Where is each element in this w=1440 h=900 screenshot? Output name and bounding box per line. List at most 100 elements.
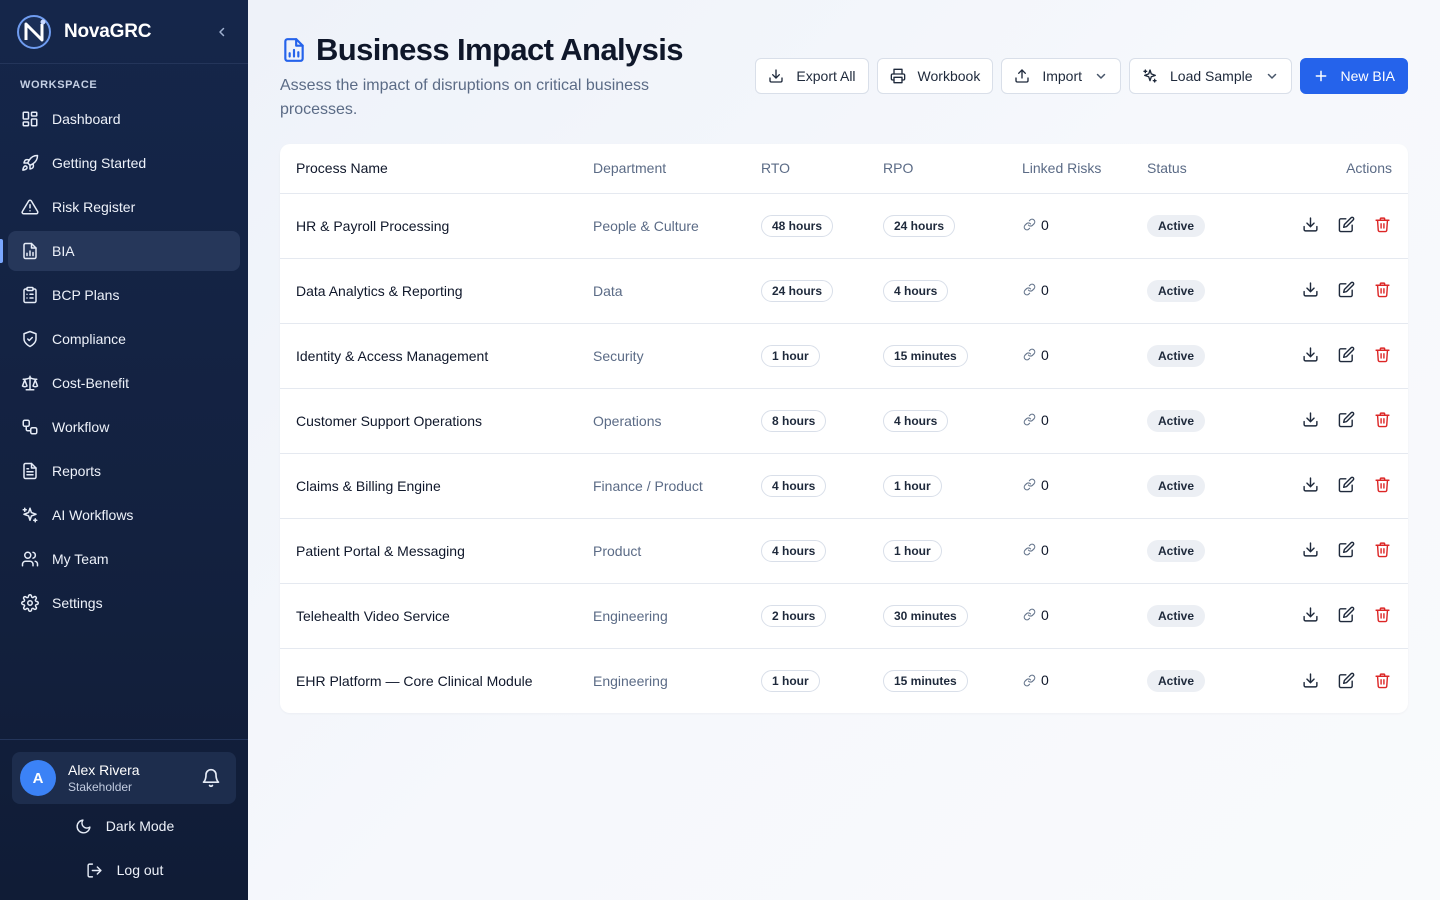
process-name-cell[interactable]: EHR Platform — Core Clinical Module [280, 648, 593, 713]
sidebar-item-compliance[interactable]: Compliance [8, 319, 240, 359]
delete-icon[interactable] [1372, 280, 1392, 300]
process-name-cell[interactable]: Customer Support Operations [280, 388, 593, 454]
actions-cell [1247, 583, 1408, 649]
table-row[interactable]: EHR Platform — Core Clinical Module Engi… [280, 648, 1408, 713]
status-badge: Active [1147, 214, 1206, 237]
process-name-cell[interactable]: Identity & Access Management [280, 323, 593, 389]
import-dropdown-button[interactable]: Import [1001, 58, 1122, 94]
process-name-cell[interactable]: HR & Payroll Processing [280, 193, 593, 259]
column-header-process-name[interactable]: Process Name [280, 144, 593, 194]
sidebar-item-reports[interactable]: Reports [8, 451, 240, 491]
notifications-bell-icon[interactable] [200, 767, 222, 789]
row-actions [1300, 670, 1392, 690]
download-icon[interactable] [1300, 670, 1320, 690]
sidebar-item-settings[interactable]: Settings [8, 583, 240, 623]
linked-risks-value: 0 [1041, 606, 1049, 623]
status-badge: Active [1147, 409, 1206, 432]
delete-icon[interactable] [1372, 540, 1392, 560]
file-chart-icon [20, 241, 40, 261]
sidebar-item-my-team[interactable]: My Team [8, 539, 240, 579]
sidebar-item-label: AI Workflows [52, 507, 134, 523]
rto-pill: 2 hours [761, 604, 827, 627]
table-row[interactable]: Patient Portal & Messaging Product 4 hou… [280, 518, 1408, 584]
download-icon[interactable] [1300, 410, 1320, 430]
download-icon[interactable] [1300, 280, 1320, 300]
dark-mode-toggle[interactable]: Dark Mode [12, 804, 236, 848]
process-name-cell[interactable]: Telehealth Video Service [280, 583, 593, 649]
delete-icon[interactable] [1372, 345, 1392, 365]
sidebar-item-risk-register[interactable]: Risk Register [8, 187, 240, 227]
linked-risks-count: 0 [1022, 672, 1049, 688]
load-sample-label: Load Sample [1170, 68, 1253, 84]
sidebar-item-bcp-plans[interactable]: BCP Plans [8, 275, 240, 315]
export-all-button[interactable]: Export All [755, 58, 869, 94]
table-row[interactable]: Identity & Access Management Security 1 … [280, 323, 1408, 389]
download-icon[interactable] [1300, 605, 1320, 625]
sidebar-item-getting-started[interactable]: Getting Started [8, 143, 240, 183]
column-header-rto[interactable]: RTO [761, 144, 883, 194]
user-card[interactable]: A Alex Rivera Stakeholder [12, 752, 236, 804]
edit-icon[interactable] [1336, 345, 1356, 365]
workbook-button[interactable]: Workbook [876, 58, 994, 94]
process-name-cell[interactable]: Patient Portal & Messaging [280, 518, 593, 584]
table-row[interactable]: Claims & Billing Engine Finance / Produc… [280, 453, 1408, 519]
logout-button[interactable]: Log out [12, 848, 236, 892]
delete-icon[interactable] [1372, 475, 1392, 495]
load-sample-dropdown-button[interactable]: Load Sample [1129, 58, 1292, 94]
edit-icon[interactable] [1336, 410, 1356, 430]
linked-risks-value: 0 [1041, 411, 1049, 428]
layout-dashboard-icon [20, 109, 40, 129]
status-cell: Active [1147, 258, 1247, 324]
actions-cell [1247, 453, 1408, 519]
rto-cell: 4 hours [761, 453, 883, 519]
collapse-sidebar-button[interactable] [212, 22, 232, 42]
alert-triangle-icon [20, 197, 40, 217]
delete-icon[interactable] [1372, 215, 1392, 235]
sidebar-item-ai-workflows[interactable]: AI Workflows [8, 495, 240, 535]
avatar: A [20, 760, 56, 796]
actions-cell [1247, 193, 1408, 259]
sidebar-item-label: Cost-Benefit [52, 375, 130, 391]
novagrc-logo-icon[interactable] [16, 14, 52, 50]
delete-icon[interactable] [1372, 670, 1392, 690]
rpo-pill: 1 hour [883, 539, 942, 562]
edit-icon[interactable] [1336, 605, 1356, 625]
edit-icon[interactable] [1336, 475, 1356, 495]
edit-icon[interactable] [1336, 280, 1356, 300]
row-actions [1300, 605, 1392, 625]
sidebar-item-bia[interactable]: BIA [0, 231, 240, 271]
linked-risks-value: 0 [1041, 281, 1049, 298]
process-name-cell[interactable]: Claims & Billing Engine [280, 453, 593, 519]
linked-risks-value: 0 [1041, 541, 1049, 558]
delete-icon[interactable] [1372, 605, 1392, 625]
column-header-status[interactable]: Status [1147, 144, 1247, 194]
table-row[interactable]: Telehealth Video Service Engineering 2 h… [280, 583, 1408, 649]
table-row[interactable]: HR & Payroll Processing People & Culture… [280, 193, 1408, 259]
column-header-department[interactable]: Department [593, 144, 761, 194]
process-name-cell[interactable]: Data Analytics & Reporting [280, 258, 593, 324]
rpo-pill: 15 minutes [883, 669, 968, 692]
linked-risks-cell: 0 [1022, 648, 1147, 713]
status-badge: Active [1147, 344, 1206, 367]
edit-icon[interactable] [1336, 215, 1356, 235]
rto-cell: 2 hours [761, 583, 883, 649]
download-icon[interactable] [1300, 215, 1320, 235]
download-icon[interactable] [1300, 540, 1320, 560]
column-header-rpo[interactable]: RPO [883, 144, 1022, 194]
edit-icon[interactable] [1336, 670, 1356, 690]
sidebar-item-cost-benefit[interactable]: Cost-Benefit [8, 363, 240, 403]
column-header-linked-risks[interactable]: Linked Risks [1022, 144, 1147, 194]
delete-icon[interactable] [1372, 410, 1392, 430]
sidebar-item-label: Settings [52, 595, 103, 611]
sidebar-item-label: Risk Register [52, 199, 136, 215]
download-icon[interactable] [1300, 345, 1320, 365]
edit-icon[interactable] [1336, 540, 1356, 560]
table-row[interactable]: Data Analytics & Reporting Data 24 hours… [280, 258, 1408, 324]
sidebar-item-dashboard[interactable]: Dashboard [8, 99, 240, 139]
sidebar-item-label: Dashboard [52, 111, 121, 127]
new-bia-button[interactable]: New BIA [1299, 58, 1408, 94]
sidebar-item-workflow[interactable]: Workflow [8, 407, 240, 447]
download-icon[interactable] [1300, 475, 1320, 495]
actions-cell [1247, 518, 1408, 584]
table-row[interactable]: Customer Support Operations Operations 8… [280, 388, 1408, 454]
